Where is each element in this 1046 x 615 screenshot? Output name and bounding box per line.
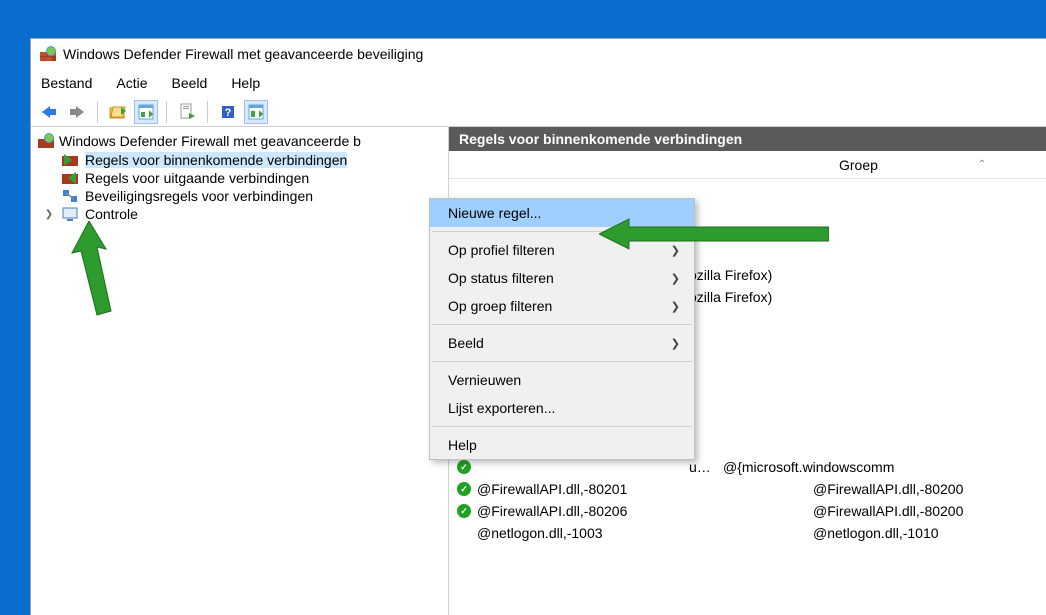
ctx-separator bbox=[432, 231, 692, 232]
expand-icon[interactable]: ❯ bbox=[43, 209, 55, 220]
menu-bar: Bestand Actie Beeld Help bbox=[31, 69, 1046, 97]
ctx-export[interactable]: Lijst exporteren... bbox=[430, 394, 694, 422]
toolbar-separator bbox=[97, 101, 98, 123]
sort-caret-icon: ⌃ bbox=[978, 159, 986, 170]
ctx-filter-profile[interactable]: Op profiel filteren ❯ bbox=[430, 236, 694, 264]
list-row[interactable]: ✓ @FirewallAPI.dll,-80201 @FirewallAPI.d… bbox=[449, 478, 1046, 500]
ctx-new-rule-label: Nieuwe regel... bbox=[448, 205, 541, 221]
column-header-row[interactable]: Groep ⌃ bbox=[449, 151, 1046, 179]
nav-forward-button[interactable] bbox=[65, 100, 89, 124]
ctx-refresh-label: Vernieuwen bbox=[448, 372, 521, 388]
pane-title: Regels voor binnenkomende verbindingen bbox=[449, 127, 1046, 151]
rule-enabled-icon: ✓ bbox=[457, 460, 471, 474]
ctx-refresh[interactable]: Vernieuwen bbox=[430, 366, 694, 394]
ctx-filter-status[interactable]: Op status filteren ❯ bbox=[430, 264, 694, 292]
ctx-new-rule[interactable]: Nieuwe regel... bbox=[430, 199, 694, 227]
rule-name: @FirewallAPI.dll,-80206 bbox=[477, 503, 807, 519]
ctx-separator bbox=[432, 426, 692, 427]
column-groep[interactable]: Groep bbox=[839, 157, 878, 173]
ctx-view[interactable]: Beeld ❯ bbox=[430, 329, 694, 357]
monitor-icon bbox=[61, 206, 79, 222]
tree-root-label: Windows Defender Firewall met geavanceer… bbox=[59, 133, 361, 149]
ctx-separator bbox=[432, 361, 692, 362]
tree-controle-label: Controle bbox=[85, 206, 138, 222]
tree-inbound-rules[interactable]: Regels voor binnenkomende verbindingen bbox=[33, 151, 446, 169]
ctx-help-label: Help bbox=[448, 437, 477, 453]
rule-name: unicationsapp... bbox=[477, 459, 717, 475]
context-menu: Nieuwe regel... Op profiel filteren ❯ Op… bbox=[429, 198, 695, 460]
tree-outbound-rules[interactable]: Regels voor uitgaande verbindingen bbox=[33, 169, 446, 187]
ctx-filter-group-label: Op groep filteren bbox=[448, 298, 552, 314]
window-title: Windows Defender Firewall met geavanceer… bbox=[63, 46, 423, 62]
ctx-filter-status-label: Op status filteren bbox=[448, 270, 554, 286]
menu-help[interactable]: Help bbox=[231, 75, 260, 91]
menu-actie[interactable]: Actie bbox=[116, 75, 147, 91]
open-icon[interactable] bbox=[106, 100, 130, 124]
menu-bestand[interactable]: Bestand bbox=[41, 75, 92, 91]
firewall-root-icon bbox=[37, 132, 55, 150]
ctx-view-label: Beeld bbox=[448, 335, 484, 351]
submenu-arrow-icon: ❯ bbox=[671, 300, 680, 313]
tree-root-node[interactable]: Windows Defender Firewall met geavanceer… bbox=[33, 131, 446, 151]
ctx-filter-group[interactable]: Op groep filteren ❯ bbox=[430, 292, 694, 320]
tree-inbound-label: Regels voor binnenkomende verbindingen bbox=[85, 152, 347, 168]
tree-connsec-rules[interactable]: Beveiligingsregels voor verbindingen bbox=[33, 187, 446, 205]
rule-name-partial: ozilla Firefox) bbox=[689, 267, 772, 283]
rule-group: @FirewallAPI.dll,-80200 bbox=[813, 481, 963, 497]
export-icon[interactable] bbox=[175, 100, 199, 124]
ctx-separator bbox=[432, 324, 692, 325]
submenu-arrow-icon: ❯ bbox=[671, 244, 680, 257]
view2-icon[interactable] bbox=[244, 100, 268, 124]
tree-connsec-label: Beveiligingsregels voor verbindingen bbox=[85, 188, 313, 204]
toolbar-separator bbox=[207, 101, 208, 123]
tree-pane: Windows Defender Firewall met geavanceer… bbox=[31, 127, 449, 615]
ctx-filter-profile-label: Op profiel filteren bbox=[448, 242, 555, 258]
nav-back-button[interactable] bbox=[37, 100, 61, 124]
toolbar-separator bbox=[166, 101, 167, 123]
rule-name: @netlogon.dll,-1003 bbox=[477, 525, 807, 541]
list-row[interactable]: @netlogon.dll,-1003 @netlogon.dll,-1010 bbox=[449, 522, 1046, 544]
view-icon[interactable] bbox=[134, 100, 158, 124]
menu-beeld[interactable]: Beeld bbox=[172, 75, 208, 91]
rule-group: @netlogon.dll,-1010 bbox=[813, 525, 939, 541]
connsec-icon bbox=[61, 188, 79, 204]
ctx-export-label: Lijst exporteren... bbox=[448, 400, 555, 416]
rule-name-partial: ozilla Firefox) bbox=[689, 289, 772, 305]
inbound-icon bbox=[61, 152, 79, 168]
help-icon[interactable]: ? bbox=[216, 100, 240, 124]
list-row[interactable]: ✓ @FirewallAPI.dll,-80206 @FirewallAPI.d… bbox=[449, 500, 1046, 522]
title-bar: Windows Defender Firewall met geavanceer… bbox=[31, 39, 1046, 69]
submenu-arrow-icon: ❯ bbox=[671, 272, 680, 285]
rule-enabled-icon: ✓ bbox=[457, 482, 471, 496]
outbound-icon bbox=[61, 170, 79, 186]
ctx-help[interactable]: Help bbox=[430, 431, 694, 459]
rule-name: @FirewallAPI.dll,-80201 bbox=[477, 481, 807, 497]
firewall-app-icon bbox=[39, 45, 57, 63]
svg-text:?: ? bbox=[225, 107, 232, 119]
tree-outbound-label: Regels voor uitgaande verbindingen bbox=[85, 170, 309, 186]
tree-controle[interactable]: ❯ Controle bbox=[33, 205, 446, 223]
submenu-arrow-icon: ❯ bbox=[671, 337, 680, 350]
rule-group: @{microsoft.windowscomm bbox=[723, 459, 894, 475]
rule-group: @FirewallAPI.dll,-80200 bbox=[813, 503, 963, 519]
rule-enabled-icon: ✓ bbox=[457, 504, 471, 518]
toolbar: ? bbox=[31, 97, 1046, 127]
